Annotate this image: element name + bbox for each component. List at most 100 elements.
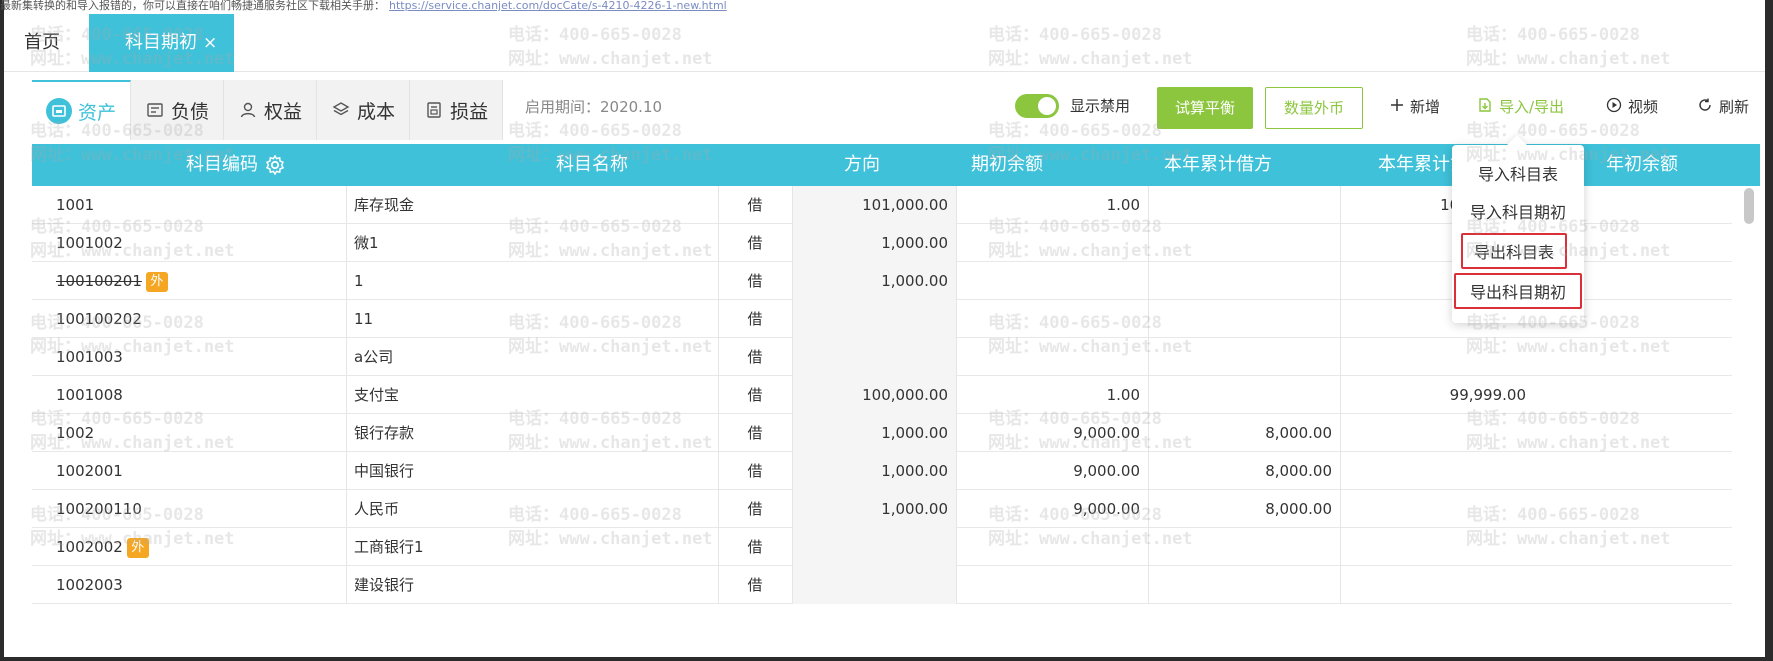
cell-ytd-debit[interactable]: 1.00 — [936, 186, 1140, 224]
table-row[interactable]: 1001003 a公司借 — [32, 338, 1732, 376]
trial-balance-button[interactable]: 试算平衡 — [1157, 87, 1253, 129]
cell-name-text: 微1 — [354, 234, 379, 252]
settings-gear-icon[interactable] — [260, 144, 290, 186]
table-row[interactable]: 1002002 外工商银行1 借 — [32, 528, 1732, 566]
cell-name-text: 中国银行 — [354, 462, 415, 480]
cell-ytd-debit[interactable] — [936, 300, 1140, 338]
cell-opening[interactable] — [744, 528, 948, 566]
cell-ytd-debit[interactable]: 9,000.00 — [936, 414, 1140, 452]
cell-ytd-debit[interactable] — [936, 338, 1140, 376]
add-button[interactable]: 新增 — [1390, 96, 1440, 117]
cell-ytd-credit[interactable] — [1128, 186, 1332, 224]
menu-export-opening[interactable]: 导出科目期初 — [1454, 273, 1582, 309]
cell-ytd-debit[interactable] — [936, 224, 1140, 262]
table-row[interactable]: 100200110 人民币借 1,000.00 9,000.00 8,000.00 — [32, 490, 1732, 528]
cell-name[interactable]: 支付宝 — [354, 376, 768, 414]
cell-ytd-debit[interactable] — [936, 262, 1140, 300]
scrollbar-thumb[interactable] — [1744, 188, 1754, 224]
tab-equity-label: 权益 — [264, 100, 303, 123]
cell-ytd-debit[interactable] — [936, 528, 1140, 566]
cell-name[interactable]: 1 — [354, 262, 768, 300]
cell-name[interactable]: 库存现金 — [354, 186, 768, 224]
cell-opening[interactable]: 1,000.00 — [744, 490, 948, 528]
cell-code[interactable]: 100100201 外 — [56, 262, 376, 300]
cell-ytd-credit[interactable] — [1128, 566, 1332, 604]
cell-code[interactable]: 1001008 — [56, 376, 376, 414]
tab-subject-opening[interactable]: 科目期初 × — [89, 14, 234, 72]
cell-opening[interactable]: 1,000.00 — [744, 414, 948, 452]
cell-opening[interactable]: 1,000.00 — [744, 224, 948, 262]
tab-asset[interactable]: 资产 — [32, 80, 132, 140]
cell-code[interactable]: 1002 — [56, 414, 376, 452]
menu-import-subjects[interactable]: 导入科目表 — [1452, 157, 1584, 193]
cell-name[interactable]: 建设银行 — [354, 566, 768, 604]
cell-ytd-debit[interactable] — [936, 566, 1140, 604]
cell-code[interactable]: 1001002 — [56, 224, 376, 262]
cell-year-opening[interactable]: 99,999.00 — [1322, 376, 1526, 414]
tab-liability[interactable]: 负债 — [131, 80, 225, 140]
table-row[interactable]: 1001008 支付宝借 100,000.00 1.00 99,999.00 — [32, 376, 1732, 414]
cell-name[interactable]: 中国银行 — [354, 452, 768, 490]
table-row[interactable]: 1002001 中国银行借 1,000.00 9,000.00 8,000.00 — [32, 452, 1732, 490]
cell-opening[interactable] — [744, 338, 948, 376]
tab-equity[interactable]: 权益 — [224, 80, 318, 140]
notice-text: 最新集转换的和导入报错的，你可以直接在咱们畅捷通服务社区下载相关手册： — [0, 0, 385, 12]
cell-name[interactable]: 工商银行1 — [354, 528, 768, 566]
cell-ytd-debit[interactable]: 1.00 — [936, 376, 1140, 414]
table-row[interactable]: 1002 银行存款借 1,000.00 9,000.00 8,000.00 — [32, 414, 1732, 452]
cell-ytd-credit[interactable]: 8,000.00 — [1128, 490, 1332, 528]
cell-code[interactable]: 100200110 — [56, 490, 376, 528]
cell-name[interactable]: 人民币 — [354, 490, 768, 528]
refresh-button[interactable]: 刷新 — [1697, 96, 1749, 117]
cell-ytd-debit[interactable]: 9,000.00 — [936, 452, 1140, 490]
cell-ytd-credit[interactable] — [1128, 376, 1332, 414]
cell-opening[interactable]: 101,000.00 — [744, 186, 948, 224]
cell-ytd-credit[interactable]: 8,000.00 — [1128, 414, 1332, 452]
cell-year-opening[interactable] — [1322, 452, 1526, 490]
fx-quantity-button[interactable]: 数量外币 — [1265, 87, 1363, 129]
cell-opening[interactable] — [744, 566, 948, 604]
cell-opening[interactable]: 100,000.00 — [744, 376, 948, 414]
cell-opening[interactable] — [744, 300, 948, 338]
cell-name[interactable]: a公司 — [354, 338, 768, 376]
cell-code-text: 100100202 — [56, 310, 142, 328]
cell-name[interactable]: 11 — [354, 300, 768, 338]
cell-ytd-debit[interactable]: 9,000.00 — [936, 490, 1140, 528]
import-export-icon — [1477, 97, 1499, 117]
cell-code[interactable]: 1002002 外 — [56, 528, 376, 566]
notice-link[interactable]: https://service.chanjet.com/docCate/s-42… — [389, 0, 727, 12]
tab-cost[interactable]: 成本 — [317, 80, 411, 140]
cell-opening[interactable]: 1,000.00 — [744, 452, 948, 490]
cell-year-opening[interactable] — [1322, 414, 1526, 452]
tab-home[interactable]: 首页 — [24, 14, 60, 72]
cell-ytd-credit[interactable]: 8,000.00 — [1128, 452, 1332, 490]
cell-ytd-credit[interactable] — [1128, 262, 1332, 300]
show-disabled-toggle[interactable] — [1015, 94, 1059, 118]
close-icon[interactable]: × — [203, 33, 217, 53]
cell-name[interactable]: 银行存款 — [354, 414, 768, 452]
tab-profit-loss[interactable]: 损益 — [410, 80, 504, 140]
cell-opening[interactable]: 1,000.00 — [744, 262, 948, 300]
video-button[interactable]: 视频 — [1606, 96, 1658, 117]
cell-year-opening[interactable] — [1322, 566, 1526, 604]
cell-code[interactable]: 1001003 — [56, 338, 376, 376]
cell-code[interactable]: 1001 — [56, 186, 376, 224]
cell-year-opening[interactable] — [1322, 528, 1526, 566]
cell-ytd-credit[interactable] — [1128, 528, 1332, 566]
cell-code[interactable]: 1002003 — [56, 566, 376, 604]
import-export-button[interactable]: 导入/导出 — [1477, 96, 1564, 117]
cell-code[interactable]: 100100202 — [56, 300, 376, 338]
cell-ytd-credit[interactable] — [1128, 338, 1332, 376]
window-frame-right — [1765, 0, 1773, 661]
cell-year-opening[interactable] — [1322, 490, 1526, 528]
menu-export-subjects[interactable]: 导出科目表 — [1461, 233, 1567, 269]
table-row[interactable]: 1002003 建设银行借 — [32, 566, 1732, 604]
cell-ytd-credit[interactable] — [1128, 224, 1332, 262]
cell-ytd-credit[interactable] — [1128, 300, 1332, 338]
period-label: 启用期间：2020.10 — [525, 98, 663, 116]
menu-import-opening[interactable]: 导入科目期初 — [1452, 195, 1584, 231]
header-opening: 期初余额 — [971, 154, 1043, 175]
cell-name[interactable]: 微1 — [354, 224, 768, 262]
cell-year-opening[interactable] — [1322, 338, 1526, 376]
cell-code[interactable]: 1002001 — [56, 452, 376, 490]
